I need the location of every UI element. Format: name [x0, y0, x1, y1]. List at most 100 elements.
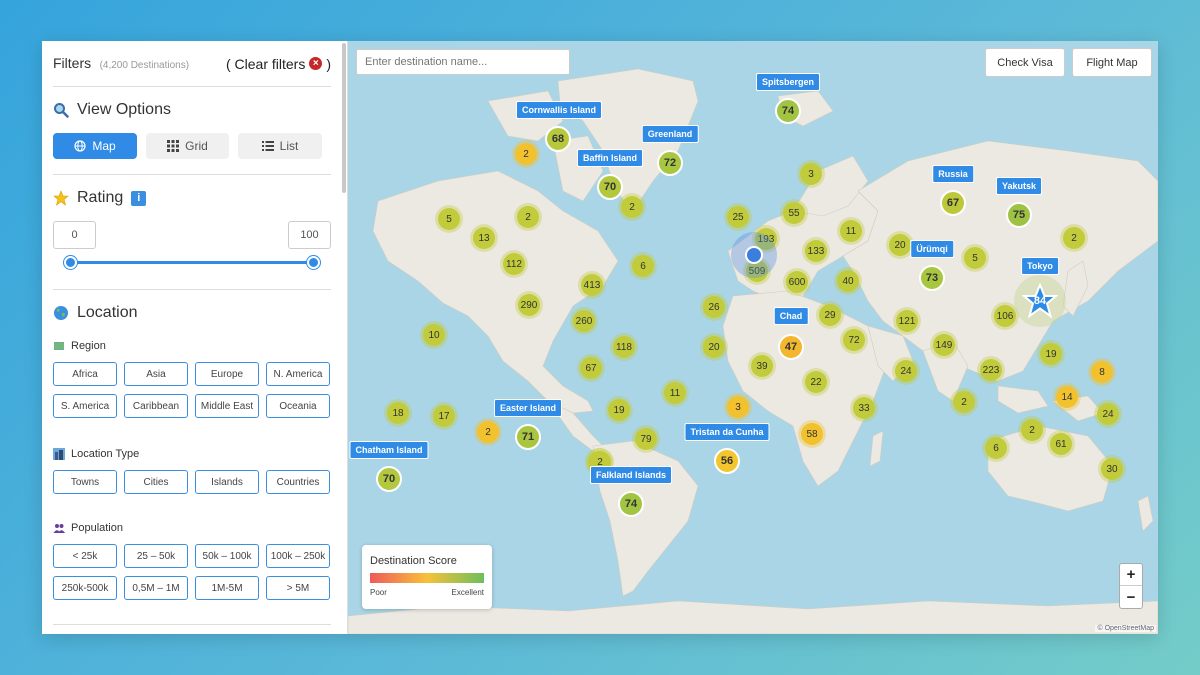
- map-cluster[interactable]: 6: [985, 437, 1007, 459]
- destination-label-tokyo[interactable]: Tokyo: [1021, 257, 1059, 275]
- clear-filters-button[interactable]: ( Clear filters × ): [226, 56, 331, 72]
- map-cluster[interactable]: 14: [1056, 386, 1078, 408]
- map-cluster[interactable]: 5: [964, 247, 986, 269]
- map-cluster[interactable]: 11: [840, 220, 862, 242]
- map-cluster[interactable]: 72: [843, 329, 865, 351]
- rating-slider[interactable]: [53, 249, 331, 279]
- population-chip-6[interactable]: 0,5M – 1M: [124, 576, 188, 600]
- map-cluster[interactable]: 61: [1050, 433, 1072, 455]
- destination-score-cornwallis-island[interactable]: 68: [545, 126, 571, 152]
- map-cluster[interactable]: 33: [853, 397, 875, 419]
- map-cluster[interactable]: 26: [703, 296, 725, 318]
- destination-label-chatham-island[interactable]: Chatham Island: [349, 441, 429, 459]
- map-cluster[interactable]: 13: [473, 227, 495, 249]
- region-chip-oceania[interactable]: Oceania: [266, 394, 330, 418]
- destination-label-cornwallis-island[interactable]: Cornwallis Island: [515, 101, 603, 119]
- map-cluster[interactable]: 10: [423, 324, 445, 346]
- destination-label-falkland-islands[interactable]: Falkland Islands: [589, 466, 673, 484]
- destination-label-baffin-island[interactable]: Baffin Island: [576, 149, 644, 167]
- destination-score-greenland[interactable]: 72: [657, 150, 683, 176]
- population-chip-1[interactable]: < 25k: [53, 544, 117, 568]
- destination-label-spitsbergen[interactable]: Spitsbergen: [755, 73, 821, 91]
- map-cluster[interactable]: 149: [933, 334, 955, 356]
- population-chip-4[interactable]: 100k – 250k: [266, 544, 330, 568]
- region-chip-europe[interactable]: Europe: [195, 362, 259, 386]
- destination-search-input[interactable]: [356, 49, 570, 75]
- info-icon[interactable]: i: [131, 190, 147, 206]
- destination-label-tristan-da-cunha[interactable]: Tristan da Cunha: [684, 423, 770, 441]
- map-cluster[interactable]: 6: [632, 255, 654, 277]
- destination-score-spitsbergen[interactable]: 74: [775, 98, 801, 124]
- map-cluster[interactable]: 58: [801, 423, 823, 445]
- destination-label-yakutsk[interactable]: Yakutsk: [995, 177, 1043, 195]
- region-chip-caribbean[interactable]: Caribbean: [124, 394, 188, 418]
- map-cluster[interactable]: 5: [438, 208, 460, 230]
- rating-min-input[interactable]: 0: [53, 221, 96, 249]
- map-cluster[interactable]: 79: [635, 428, 657, 450]
- destination-label-urumqi[interactable]: Ürümqi: [910, 240, 954, 258]
- destination-score-urumqi[interactable]: 73: [919, 265, 945, 291]
- map-cluster[interactable]: 2: [515, 143, 537, 165]
- destination-score-baffin-island[interactable]: 70: [597, 174, 623, 200]
- map-cluster[interactable]: 3: [727, 396, 749, 418]
- map-cluster[interactable]: 2: [1063, 227, 1085, 249]
- population-chip-3[interactable]: 50k – 100k: [195, 544, 259, 568]
- destination-label-easter-island[interactable]: Easter Island: [493, 399, 563, 417]
- destination-label-greenland[interactable]: Greenland: [641, 125, 699, 143]
- zoom-out-button[interactable]: −: [1120, 586, 1142, 608]
- population-chip-2[interactable]: 25 – 50k: [124, 544, 188, 568]
- check-visa-button[interactable]: Check Visa: [985, 48, 1065, 77]
- rating-slider-max-handle[interactable]: [307, 256, 320, 269]
- type-chip-towns[interactable]: Towns: [53, 470, 117, 494]
- map-cluster[interactable]: 20: [703, 336, 725, 358]
- map-cluster[interactable]: 2: [1021, 419, 1043, 441]
- destination-score-falkland-islands[interactable]: 74: [618, 491, 644, 517]
- destination-score-chad[interactable]: 47: [778, 334, 804, 360]
- map-cluster[interactable]: 413: [581, 274, 603, 296]
- rating-slider-min-handle[interactable]: [64, 256, 77, 269]
- map-cluster[interactable]: 223: [980, 359, 1002, 381]
- map-cluster[interactable]: 112: [503, 253, 525, 275]
- map-cluster[interactable]: 260: [573, 310, 595, 332]
- map-cluster[interactable]: 24: [895, 360, 917, 382]
- region-chip-north-america[interactable]: N. America: [266, 362, 330, 386]
- map-cluster[interactable]: 25: [727, 206, 749, 228]
- map-cluster[interactable]: 106: [994, 305, 1016, 327]
- map-cluster[interactable]: 118: [613, 336, 635, 358]
- map-view-button[interactable]: Map: [53, 133, 137, 159]
- region-chip-south-america[interactable]: S. America: [53, 394, 117, 418]
- type-chip-countries[interactable]: Countries: [266, 470, 330, 494]
- map-cluster[interactable]: 2: [517, 206, 539, 228]
- population-chip-5[interactable]: 250k-500k: [53, 576, 117, 600]
- map-cluster[interactable]: 290: [518, 294, 540, 316]
- list-view-button[interactable]: List: [238, 133, 322, 159]
- map-cluster[interactable]: 19: [1040, 343, 1062, 365]
- map-cluster[interactable]: 2: [621, 196, 643, 218]
- map-cluster[interactable]: 11: [664, 382, 686, 404]
- region-chip-africa[interactable]: Africa: [53, 362, 117, 386]
- map-cluster[interactable]: 40: [837, 270, 859, 292]
- region-chip-asia[interactable]: Asia: [124, 362, 188, 386]
- grid-view-button[interactable]: Grid: [146, 133, 229, 159]
- map-cluster[interactable]: 121: [896, 310, 918, 332]
- map-cluster[interactable]: 24: [1097, 403, 1119, 425]
- type-chip-islands[interactable]: Islands: [195, 470, 259, 494]
- map-cluster[interactable]: 39: [751, 355, 773, 377]
- type-chip-cities[interactable]: Cities: [124, 470, 188, 494]
- destination-score-easter-island[interactable]: 71: [515, 424, 541, 450]
- map-cluster[interactable]: 19: [608, 399, 630, 421]
- destination-label-chad[interactable]: Chad: [773, 307, 809, 325]
- map-cluster[interactable]: 600: [786, 271, 808, 293]
- map-cluster[interactable]: 29: [819, 304, 841, 326]
- region-chip-middle-east[interactable]: Middle East: [195, 394, 259, 418]
- population-chip-7[interactable]: 1M-5M: [195, 576, 259, 600]
- map-cluster[interactable]: 18: [387, 402, 409, 424]
- map-cluster[interactable]: 20: [889, 234, 911, 256]
- map-cluster[interactable]: 22: [805, 371, 827, 393]
- map-cluster[interactable]: 2: [953, 391, 975, 413]
- zoom-in-button[interactable]: +: [1120, 564, 1142, 586]
- destination-score-tristan-da-cunha[interactable]: 56: [714, 448, 740, 474]
- map-cluster[interactable]: 2: [477, 421, 499, 443]
- population-chip-8[interactable]: > 5M: [266, 576, 330, 600]
- map-cluster[interactable]: 67: [580, 357, 602, 379]
